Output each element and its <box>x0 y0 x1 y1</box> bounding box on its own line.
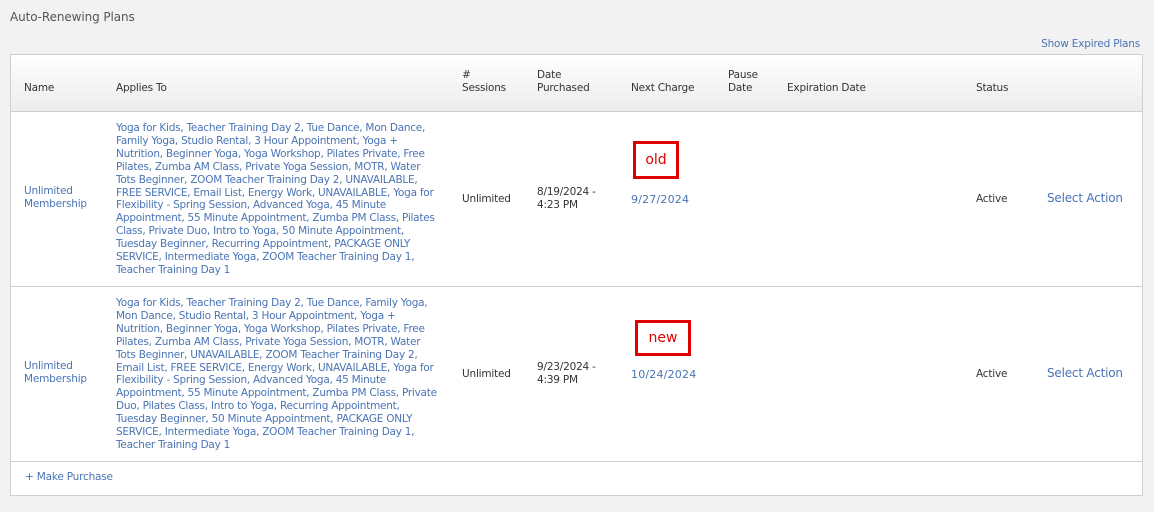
status-value: Active <box>976 368 1008 380</box>
header-status: Status <box>976 82 1009 94</box>
applies-to-list: Yoga for Kids, Teacher Training Day 2, T… <box>116 297 437 451</box>
header-date-purchased: Date Purchased <box>537 69 590 95</box>
header-expiration-date: Expiration Date <box>787 82 866 94</box>
sessions-value: Unlimited <box>462 368 511 380</box>
select-action-button[interactable]: Select Action <box>1047 367 1123 380</box>
plans-table: Name Applies To # Sessions Date Purchase… <box>10 54 1143 496</box>
section-title: Auto-Renewing Plans <box>10 10 135 24</box>
applies-to-list: Yoga for Kids, Teacher Training Day 2, T… <box>116 122 435 276</box>
show-expired-plans-link[interactable]: Show Expired Plans <box>1041 38 1140 50</box>
header-name: Name <box>24 82 55 94</box>
header-date-purchased-line1: Date <box>537 69 562 81</box>
annotation-old-label: old <box>633 141 679 179</box>
plan-name[interactable]: Unlimited Membership <box>24 360 104 386</box>
table-row: Unlimited Membership Yoga for Kids, Teac… <box>11 287 1142 462</box>
table-header: Name Applies To # Sessions Date Purchase… <box>11 55 1142 112</box>
annotation-new-label: new <box>635 320 691 356</box>
header-next-charge: Next Charge <box>631 82 695 94</box>
header-sessions: # Sessions <box>462 69 506 95</box>
header-date-purchased-line2: Purchased <box>537 82 590 94</box>
next-charge-date: 9/27/2024 <box>631 193 690 206</box>
header-sessions-line2: Sessions <box>462 82 506 94</box>
table-row: Unlimited Membership Yoga for Kids, Teac… <box>11 112 1142 287</box>
header-sessions-line1: # <box>462 69 471 81</box>
status-value: Active <box>976 193 1008 205</box>
plan-name[interactable]: Unlimited Membership <box>24 185 104 211</box>
header-applies-to: Applies To <box>116 82 167 94</box>
header-pause-date: Pause Date <box>728 69 758 95</box>
header-pause-date-line2: Date <box>728 82 753 94</box>
sessions-value: Unlimited <box>462 193 511 205</box>
date-purchased-value: 9/23/2024 - 4:39 PM <box>537 361 596 386</box>
select-action-button[interactable]: Select Action <box>1047 192 1123 205</box>
date-purchased-value: 8/19/2024 - 4:23 PM <box>537 186 596 211</box>
header-pause-date-line1: Pause <box>728 69 758 81</box>
make-purchase-link[interactable]: + Make Purchase <box>25 471 113 483</box>
next-charge-date: 10/24/2024 <box>631 368 697 381</box>
